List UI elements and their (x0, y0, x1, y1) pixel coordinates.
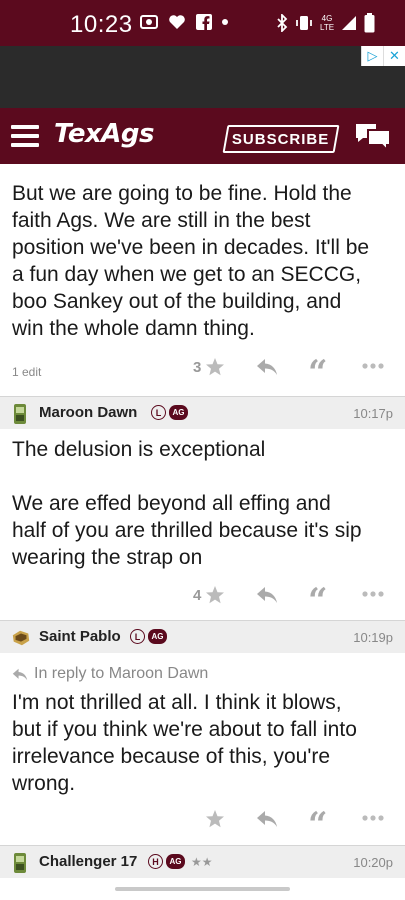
more-icon[interactable] (362, 591, 384, 597)
post-body: The delusion is exceptional We are effed… (12, 436, 397, 571)
post-action-bar: 4 “ (0, 584, 405, 618)
network-label: 4G LTE (320, 14, 335, 32)
post-body: But we are going to be fine. Hold the fa… (12, 180, 397, 342)
chat-icon[interactable] (354, 121, 392, 153)
ad-choices[interactable]: ▷ ✕ (361, 46, 405, 66)
reply-icon[interactable] (256, 586, 278, 604)
post-text-line: win the whole damn thing. (12, 317, 255, 340)
avatar[interactable] (11, 403, 29, 425)
bluetooth-icon (277, 14, 288, 32)
post-time: 10:19p (353, 630, 393, 645)
post-text-line: wearing the strap on (12, 546, 203, 569)
post-text-line: wrong. (12, 772, 76, 795)
avatar[interactable] (11, 627, 31, 649)
reply-to-label: In reply to Maroon Dawn (34, 665, 209, 682)
post-text-line: But we are going to be fine. Hold the (12, 182, 352, 205)
badge-ag: AG (169, 405, 188, 420)
subscribe-label: SUBSCRIBE (232, 130, 330, 148)
heart-icon (169, 15, 185, 29)
post-text-line: faith Ags. We are still in the best (12, 209, 311, 232)
ad-close-icon[interactable]: ✕ (383, 46, 405, 66)
post-text-line: position we've been in decades. It'll be (12, 236, 370, 259)
status-time: 10:23 (70, 11, 133, 38)
post-header: Maroon Dawn L AG 10:17p (0, 396, 405, 429)
post-header: Saint Pablo L AG 10:19p (0, 620, 405, 653)
post-text-line: We are effed beyond all effing and (12, 492, 331, 515)
star-icon[interactable] (205, 357, 225, 377)
menu-icon[interactable] (11, 125, 39, 147)
facebook-icon (196, 14, 212, 30)
app-header: TexAgs SUBSCRIBE (0, 108, 405, 164)
post-header: Challenger 17 H AG ★★ 10:20p (0, 845, 405, 878)
reply-icon[interactable] (256, 358, 278, 376)
dot-icon (222, 19, 228, 25)
star-count: 4 (193, 587, 202, 604)
badge-ag: AG (166, 854, 185, 869)
username[interactable]: Challenger 17 (39, 853, 137, 870)
more-icon[interactable] (362, 815, 384, 821)
post-text-line: a fun day when we get to an SECCG, (12, 263, 362, 286)
badge-letter: L (130, 629, 145, 644)
user-badges: L AG (151, 405, 188, 420)
post-text-line: half of you are thrilled because it's si… (12, 519, 362, 542)
ad-choices-icon[interactable]: ▷ (361, 46, 383, 66)
username[interactable]: Maroon Dawn (39, 404, 137, 421)
post-time: 10:20p (353, 855, 393, 870)
post-text-line: The delusion is exceptional (12, 438, 266, 461)
battery-icon (364, 13, 375, 33)
post-time: 10:17p (353, 406, 393, 421)
signal-icon (342, 16, 356, 30)
star-icon[interactable] (205, 809, 225, 829)
system-icons: 4G LTE (276, 13, 375, 33)
subscribe-button[interactable]: SUBSCRIBE (222, 125, 340, 153)
vibrate-icon (296, 16, 312, 30)
more-icon[interactable] (362, 363, 384, 369)
post-action-bar: 3 “ (0, 356, 405, 390)
gesture-nav-bar[interactable] (115, 887, 290, 891)
badge-letter: L (151, 405, 166, 420)
post-text-line: irrelevance because of this, you're (12, 745, 331, 768)
rating-stars: ★★ (191, 854, 213, 869)
camera-icon (140, 15, 158, 29)
badge-ag: AG (148, 629, 167, 644)
post-action-bar: “ (0, 808, 405, 842)
quote-icon[interactable]: “ (308, 356, 328, 390)
notification-icons (140, 14, 228, 30)
post-text-line: but if you think we're about to fall int… (12, 718, 357, 741)
star-icon[interactable] (205, 585, 225, 605)
user-badges: L AG (130, 629, 167, 644)
quote-icon[interactable]: “ (308, 584, 328, 618)
star-count: 3 (193, 359, 202, 376)
badge-letter: H (148, 854, 163, 869)
username[interactable]: Saint Pablo (39, 628, 121, 645)
user-badges: H AG ★★ (148, 854, 213, 869)
post-text-line: I'm not thrilled at all. I think it blow… (12, 691, 342, 714)
ad-banner[interactable]: ▷ ✕ (0, 46, 405, 108)
status-bar: 10:23 4G LTE (0, 0, 405, 46)
post-text-line: boo Sankey out of the building, and (12, 290, 342, 313)
reply-icon (12, 668, 28, 680)
avatar[interactable] (11, 852, 29, 874)
reply-icon[interactable] (256, 810, 278, 828)
quote-icon[interactable]: “ (308, 808, 328, 842)
post-body: I'm not thrilled at all. I think it blow… (12, 689, 397, 797)
reply-to-link[interactable]: In reply to Maroon Dawn (12, 665, 208, 683)
texags-logo[interactable]: TexAgs (54, 119, 155, 149)
